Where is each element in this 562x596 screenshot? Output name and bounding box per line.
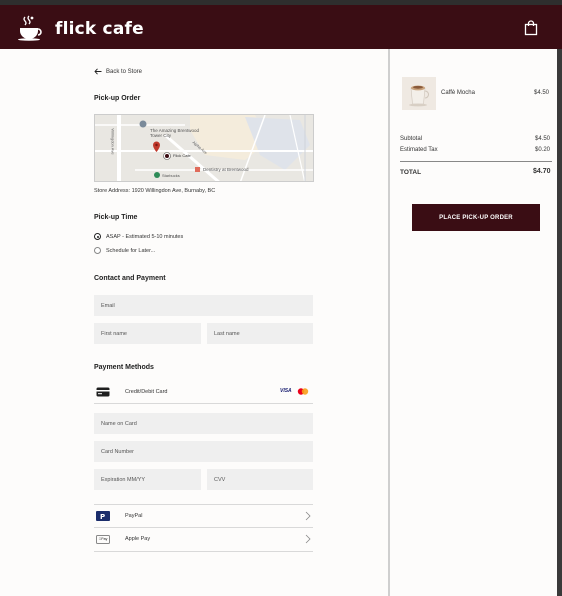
total-value: $4.70	[533, 168, 551, 175]
place-pickup-order-button[interactable]: PLACE PICK-UP ORDER	[412, 204, 540, 231]
applepay-option[interactable]: Pay Apple Pay	[94, 527, 313, 551]
pickup-option-schedule-label: Schedule for Later...	[106, 247, 156, 254]
payment-methods-title: Payment Methods	[94, 364, 154, 371]
map-label-cafe: Flick Cafe	[173, 153, 191, 158]
credit-card-label: Credit/Debit Card	[125, 389, 168, 395]
contact-payment-title: Contact and Payment	[94, 275, 166, 282]
site-header: flick cafe	[0, 5, 562, 49]
coffee-mug-icon	[402, 77, 436, 110]
cvv-field[interactable]: CVV	[207, 469, 313, 490]
subtotal-label: Subtotal	[400, 136, 423, 142]
name-on-card-field[interactable]: Name on Card	[94, 413, 313, 434]
chevron-right-icon	[305, 534, 311, 544]
back-label: Back to Store	[106, 68, 143, 75]
payment-divider-4	[94, 551, 313, 552]
tax-value: $0.20	[535, 147, 551, 153]
applepay-icon: Pay	[96, 534, 110, 544]
subtotal-value: $4.50	[535, 136, 551, 142]
first-name-field[interactable]: First name	[94, 323, 201, 344]
tax-label: Estimated Tax	[400, 147, 438, 153]
shopping-bag-icon[interactable]	[524, 20, 538, 36]
order-summary-panel	[390, 49, 557, 596]
payment-divider-1	[94, 403, 313, 404]
pickup-time-title: Pick-up Time	[94, 214, 138, 221]
map-label-tower: The Amazing Brentwood Tower City	[150, 128, 200, 138]
email-field[interactable]: Email	[94, 295, 313, 316]
chevron-right-icon	[305, 511, 311, 521]
product-image	[402, 77, 436, 110]
applepay-label: Apple Pay	[125, 536, 151, 542]
arrow-left-icon	[94, 68, 102, 75]
pickup-option-asap-label: ASAP - Estimated 5-10 minutes	[106, 233, 184, 240]
summary-item-name: Caffè Mocha	[441, 90, 475, 96]
pickup-order-title: Pick-up Order	[94, 95, 141, 102]
card-number-field[interactable]: Card Number	[94, 441, 313, 462]
last-name-field[interactable]: Last name	[207, 323, 313, 344]
radio-selected-icon[interactable]	[94, 233, 101, 240]
paypal-icon: P	[96, 511, 110, 521]
summary-item-price: $4.50	[534, 90, 550, 96]
pickup-option-asap[interactable]: ASAP - Estimated 5-10 minutes	[94, 233, 183, 240]
mastercard-logo-icon	[297, 388, 309, 395]
applepay-badge: Pay	[99, 537, 107, 541]
svg-text:P: P	[100, 513, 105, 521]
visa-logo-icon: VISA	[280, 388, 292, 394]
summary-divider	[400, 161, 552, 162]
store-address: Store Address: 1920 Willingdon Ave, Burn…	[94, 188, 216, 194]
credit-card-icon	[96, 387, 110, 397]
paypal-label: PayPal	[125, 513, 143, 519]
map-label-road-2: Willingdon Ave	[110, 128, 116, 155]
map-label-dentistry: Dentistry at Brentwood	[203, 167, 249, 172]
window-right-edge	[557, 49, 562, 596]
total-label: TOTAL	[400, 169, 422, 176]
store-map[interactable]: The Amazing Brentwood Tower City Flick C…	[94, 114, 314, 182]
map-label-starbucks: Starbucks	[162, 173, 180, 178]
credit-card-option[interactable]: Credit/Debit Card VISA	[94, 380, 313, 404]
back-to-store-link[interactable]: Back to Store	[94, 68, 142, 75]
radio-unselected-icon[interactable]	[94, 247, 101, 254]
pickup-option-schedule[interactable]: Schedule for Later...	[94, 247, 155, 254]
brand-name[interactable]: flick cafe	[55, 19, 144, 39]
expiration-field[interactable]: Expiration MM/YY	[94, 469, 201, 490]
paypal-option[interactable]: P PayPal	[94, 504, 313, 528]
coffee-cup-logo-icon[interactable]	[16, 14, 44, 42]
